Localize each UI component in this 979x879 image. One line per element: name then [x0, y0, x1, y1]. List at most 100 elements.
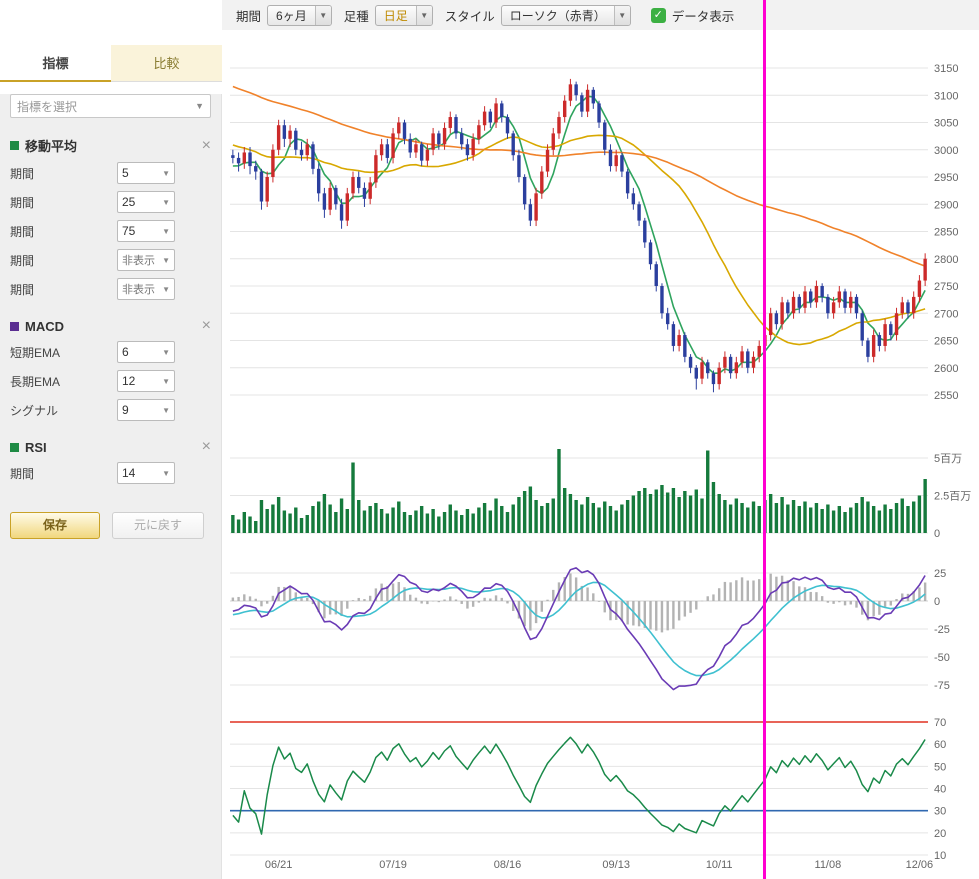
chart-canvas-wrap: 2550260026502700275028002850290029503000…	[222, 30, 979, 879]
chart-toolbar: 期間 6ヶ月 ▼ 足種 日足 ▼ スタイル ローソク（赤青） ▼ ✓ データ表示	[222, 0, 979, 30]
section-title: 移動平均	[25, 136, 77, 155]
svg-text:3150: 3150	[934, 63, 958, 75]
rsi-period-select[interactable]: 14 ▼	[117, 462, 175, 484]
param-label: 長期EMA	[10, 373, 60, 390]
param-label: シグナル	[10, 402, 58, 419]
chevron-down-icon: ▼	[162, 469, 170, 478]
tab-indicators[interactable]: 指標	[0, 45, 111, 82]
svg-text:2800: 2800	[934, 254, 958, 266]
svg-text:70: 70	[934, 717, 946, 729]
svg-text:2.5百万: 2.5百万	[934, 491, 971, 503]
select-value: 非表示	[122, 252, 155, 268]
svg-text:2900: 2900	[934, 199, 958, 211]
param-label: 短期EMA	[10, 344, 60, 361]
param-label: 期間	[10, 281, 34, 298]
ma-period-3-select[interactable]: 75 ▼	[117, 220, 175, 242]
chevron-down-icon: ▼	[162, 406, 170, 415]
param-row: 期間 非表示 ▼	[10, 249, 211, 271]
svg-text:07/19: 07/19	[379, 859, 407, 871]
close-icon[interactable]: ×	[202, 318, 211, 334]
style-label: スタイル	[445, 6, 495, 25]
indicator-select-value: 指標を選択	[17, 98, 77, 115]
chevron-down-icon: ▼	[162, 285, 170, 294]
svg-text:20: 20	[934, 828, 946, 840]
svg-text:10: 10	[934, 850, 946, 862]
chevron-down-icon: ▼	[195, 101, 204, 111]
svg-text:3000: 3000	[934, 145, 958, 157]
ma-period-2-select[interactable]: 25 ▼	[117, 191, 175, 213]
svg-text:5百万: 5百万	[934, 453, 962, 465]
save-button[interactable]: 保存	[10, 512, 100, 539]
bartype-label: 足種	[344, 6, 369, 25]
macd-signal-select[interactable]: 9 ▼	[117, 399, 175, 421]
svg-text:60: 60	[934, 739, 946, 751]
svg-text:30: 30	[934, 806, 946, 818]
macd-short-ema-select[interactable]: 6 ▼	[117, 341, 175, 363]
close-icon[interactable]: ×	[202, 138, 211, 154]
select-value: 非表示	[122, 281, 155, 297]
chevron-down-icon: ▼	[162, 227, 170, 236]
svg-text:2600: 2600	[934, 363, 958, 375]
param-label: 期間	[10, 223, 34, 240]
param-row: 期間 5 ▼	[10, 162, 211, 184]
bartype-dropdown[interactable]: 日足 ▼	[375, 5, 433, 26]
param-row: 期間 25 ▼	[10, 191, 211, 213]
close-icon[interactable]: ×	[202, 439, 211, 455]
svg-text:3050: 3050	[934, 118, 958, 130]
select-value: 14	[122, 466, 135, 480]
ma-period-4-select[interactable]: 非表示 ▼	[117, 249, 175, 271]
svg-text:06/21: 06/21	[265, 859, 293, 871]
indicator-select[interactable]: 指標を選択 ▼	[10, 94, 211, 118]
chevron-down-icon: ▼	[614, 6, 630, 25]
param-row: 期間 14 ▼	[10, 462, 211, 484]
param-row: 期間 75 ▼	[10, 220, 211, 242]
select-value: 75	[122, 224, 135, 238]
svg-text:2950: 2950	[934, 172, 958, 184]
chevron-down-icon: ▼	[162, 348, 170, 357]
macd-color-swatch	[10, 322, 19, 331]
svg-text:09/13: 09/13	[602, 859, 630, 871]
svg-text:-75: -75	[934, 680, 950, 692]
param-row: 短期EMA 6 ▼	[10, 341, 211, 363]
param-row: シグナル 9 ▼	[10, 399, 211, 421]
select-value: 6	[122, 345, 129, 359]
macd-long-ema-select[interactable]: 12 ▼	[117, 370, 175, 392]
chart-canvas[interactable]: 2550260026502700275028002850290029503000…	[222, 30, 979, 879]
ma-period-1-select[interactable]: 5 ▼	[117, 162, 175, 184]
data-display-checkbox[interactable]: ✓	[651, 8, 666, 23]
param-label: 期間	[10, 252, 34, 269]
data-display-label: データ表示	[672, 6, 735, 25]
style-dropdown[interactable]: ローソク（赤青） ▼	[501, 5, 631, 26]
select-value: 5	[122, 166, 129, 180]
chart-area: 期間 6ヶ月 ▼ 足種 日足 ▼ スタイル ローソク（赤青） ▼ ✓ データ表示…	[222, 0, 979, 879]
section-title: MACD	[25, 319, 64, 334]
select-value: 12	[122, 374, 135, 388]
svg-text:0: 0	[934, 528, 940, 540]
select-value: 9	[122, 403, 129, 417]
param-label: 期間	[10, 165, 34, 182]
param-label: 期間	[10, 194, 34, 211]
chevron-down-icon: ▼	[162, 169, 170, 178]
indicator-section-macd: MACD × 短期EMA 6 ▼ 長期EMA 12 ▼	[0, 318, 221, 421]
svg-text:2700: 2700	[934, 308, 958, 320]
style-value: ローソク（赤青）	[502, 6, 614, 25]
period-label: 期間	[236, 6, 261, 25]
svg-text:50: 50	[934, 761, 946, 773]
svg-text:08/16: 08/16	[494, 859, 522, 871]
ma-period-5-select[interactable]: 非表示 ▼	[117, 278, 175, 300]
reset-button[interactable]: 元に戻す	[112, 512, 204, 539]
select-value: 25	[122, 195, 135, 209]
tab-compare[interactable]: 比較	[111, 45, 222, 82]
svg-text:2550: 2550	[934, 390, 958, 402]
svg-text:2850: 2850	[934, 227, 958, 239]
period-value: 6ヶ月	[268, 6, 315, 25]
svg-text:0: 0	[934, 596, 940, 608]
svg-text:11/08: 11/08	[815, 859, 842, 871]
chevron-down-icon: ▼	[162, 377, 170, 386]
bartype-value: 日足	[376, 6, 416, 25]
period-dropdown[interactable]: 6ヶ月 ▼	[267, 5, 332, 26]
chevron-down-icon: ▼	[162, 256, 170, 265]
rsi-color-swatch	[10, 443, 19, 452]
svg-text:25: 25	[934, 568, 946, 580]
svg-text:-50: -50	[934, 652, 950, 664]
